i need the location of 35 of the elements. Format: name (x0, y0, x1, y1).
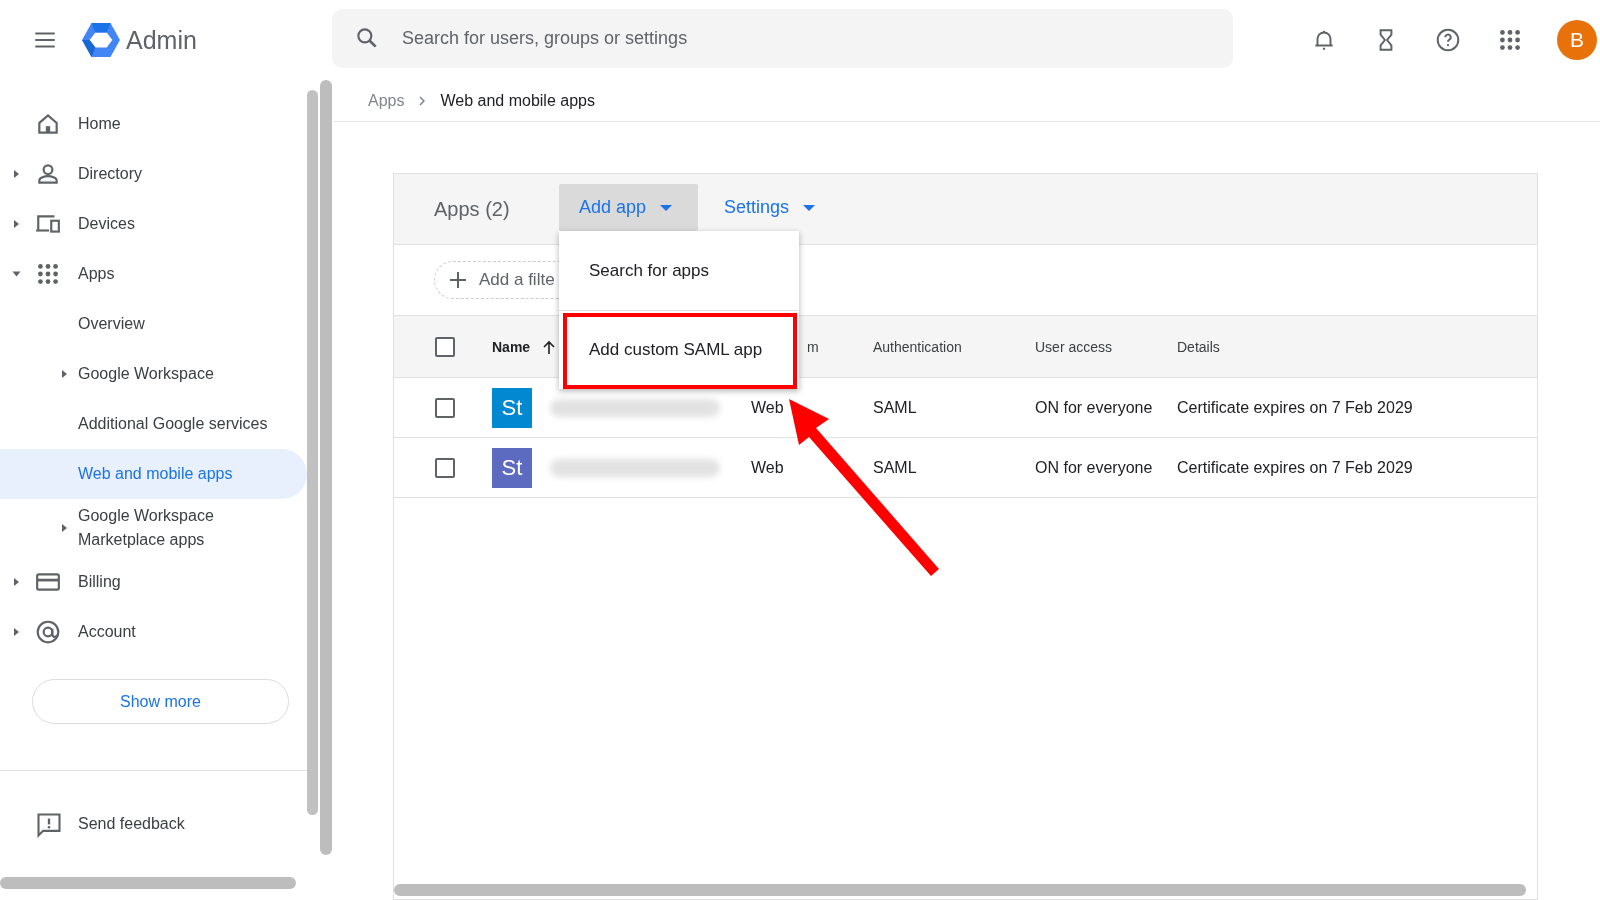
column-header[interactable]: User access (1035, 338, 1113, 355)
nav-item[interactable]: Apps (0, 249, 307, 299)
card-title: Apps (2) (434, 198, 510, 221)
menu-item[interactable]: Add custom SAML app (559, 310, 799, 389)
table-cell: SAML (873, 398, 917, 416)
search-field[interactable]: Search for users, groups or settings (332, 9, 1233, 68)
column-header[interactable]: Authentication (873, 338, 962, 355)
table-cell: Web (751, 398, 784, 416)
nav-item[interactable]: Overview (0, 299, 307, 349)
send-feedback-link[interactable]: Send feedback (0, 799, 333, 849)
table-cell: SAML (873, 458, 917, 476)
nav-item[interactable]: Additional Google services (0, 399, 307, 449)
nav-item[interactable]: Google Workspace Marketplace apps (0, 499, 307, 557)
nav-item[interactable]: Devices (0, 199, 307, 249)
column-header[interactable]: m (807, 338, 819, 355)
table-cell: ON for everyone (1035, 458, 1153, 476)
nav-item[interactable]: Web and mobile apps (0, 449, 307, 499)
show-more-button[interactable]: Show more (32, 679, 289, 724)
nav-item[interactable]: Account (0, 607, 307, 657)
table-cell: Certificate expires on 7 Feb 2029 (1177, 398, 1413, 416)
settings-dropdown-button[interactable]: Settings (724, 184, 816, 231)
table-cell: ON for everyone (1035, 398, 1153, 416)
table-cell: Certificate expires on 7 Feb 2029 (1177, 458, 1413, 476)
app-tile: St (492, 447, 532, 488)
nav-item[interactable]: Home (0, 99, 307, 149)
nav-item[interactable]: Billing (0, 557, 307, 607)
breadcrumb-link[interactable]: Apps (368, 91, 405, 110)
nav-item[interactable]: Directory (0, 149, 307, 199)
column-header[interactable]: Details (1177, 338, 1220, 355)
app-title: Admin (126, 25, 197, 55)
nav-item[interactable]: Google Workspace (0, 349, 307, 399)
table-cell: Web (751, 458, 784, 476)
column-header[interactable]: Name (492, 338, 531, 355)
breadcrumb-link[interactable]: Web and mobile apps (440, 91, 595, 110)
app-tile: St (492, 387, 532, 428)
